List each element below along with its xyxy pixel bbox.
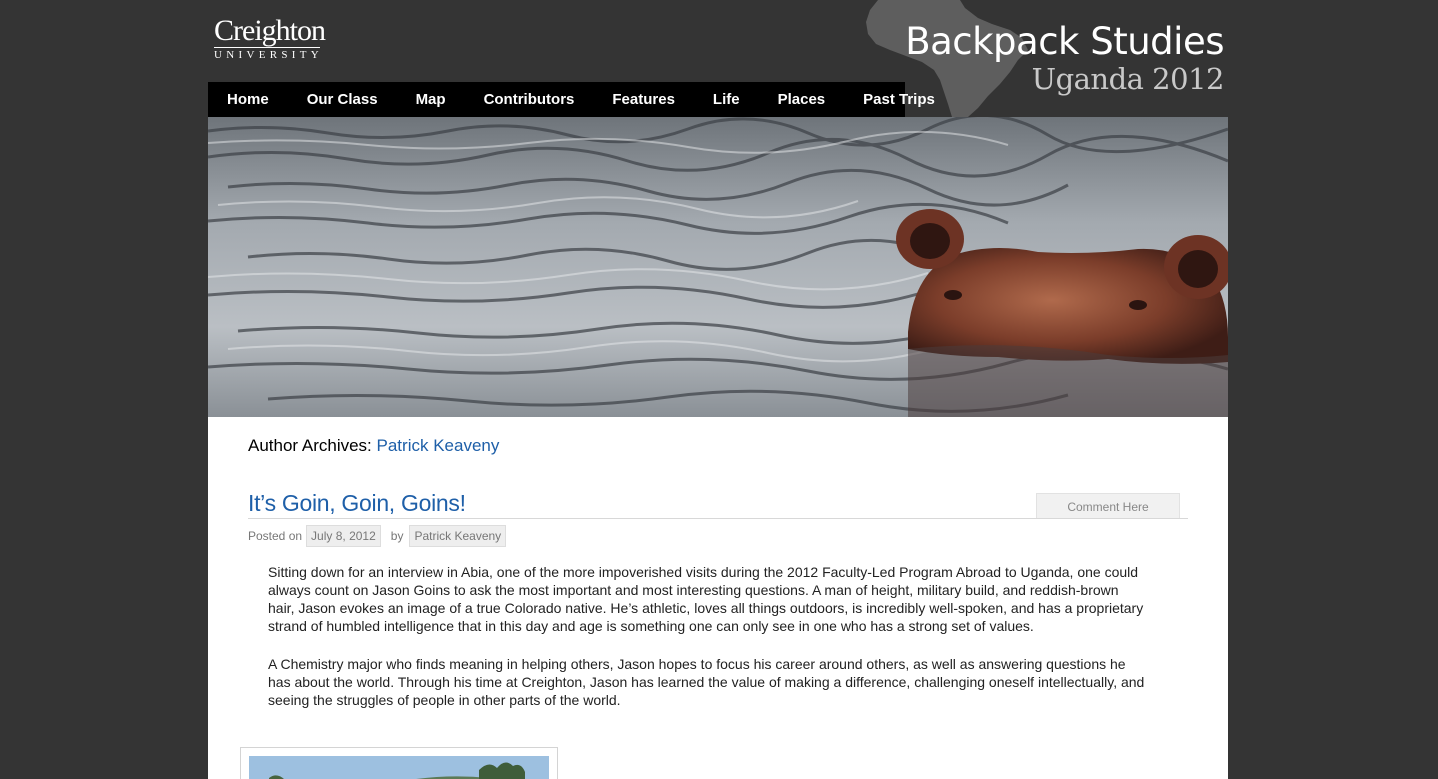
- site-title-main: Backpack Studies: [905, 20, 1224, 63]
- nav-item-life[interactable]: Life: [694, 82, 759, 117]
- main-nav: Home Our Class Map Contributors Features…: [208, 82, 935, 117]
- divider: [248, 518, 1188, 519]
- nav-item-home[interactable]: Home: [208, 82, 288, 117]
- post-image-frame: [240, 747, 558, 779]
- nav-item-contributors[interactable]: Contributors: [465, 82, 594, 117]
- archive-prefix: Author Archives:: [248, 436, 372, 455]
- archive-author-link[interactable]: Patrick Keaveny: [377, 436, 500, 455]
- logo-rule: [214, 47, 320, 48]
- nav-item-places[interactable]: Places: [759, 82, 845, 117]
- nav-item-features[interactable]: Features: [593, 82, 694, 117]
- posted-on-label: Posted on: [248, 529, 303, 543]
- logo-wordmark: Creighton: [214, 14, 326, 47]
- post-paragraph: Sitting down for an interview in Abia, o…: [268, 564, 1144, 634]
- archive-heading: Author Archives: Patrick Keaveny: [248, 436, 499, 456]
- post-title-link[interactable]: It’s Goin, Goin, Goins!: [248, 490, 466, 517]
- post-author-link[interactable]: Patrick Keaveny: [409, 525, 507, 547]
- by-label: by: [390, 529, 404, 543]
- post-meta: Posted on July 8, 2012 by Patrick Keaven…: [248, 525, 510, 547]
- page: Creighton UNIVERSITY Backpack Studies Ug…: [0, 0, 1438, 779]
- post-image[interactable]: [249, 756, 549, 779]
- banner-image: [208, 117, 1228, 417]
- nav-item-past-trips[interactable]: Past Trips: [844, 82, 954, 117]
- post-body: Sitting down for an interview in Abia, o…: [268, 563, 1148, 729]
- comment-here-button[interactable]: Comment Here: [1036, 493, 1180, 518]
- post-paragraph: A Chemistry major who finds meaning in h…: [268, 656, 1145, 708]
- main-content: Author Archives: Patrick Keaveny It’s Go…: [208, 417, 1228, 779]
- logo-subtitle: UNIVERSITY: [214, 49, 323, 61]
- nav-item-our-class[interactable]: Our Class: [288, 82, 397, 117]
- creighton-logo[interactable]: Creighton UNIVERSITY: [214, 14, 326, 62]
- nav-item-map[interactable]: Map: [397, 82, 465, 117]
- post-date-link[interactable]: July 8, 2012: [306, 525, 381, 547]
